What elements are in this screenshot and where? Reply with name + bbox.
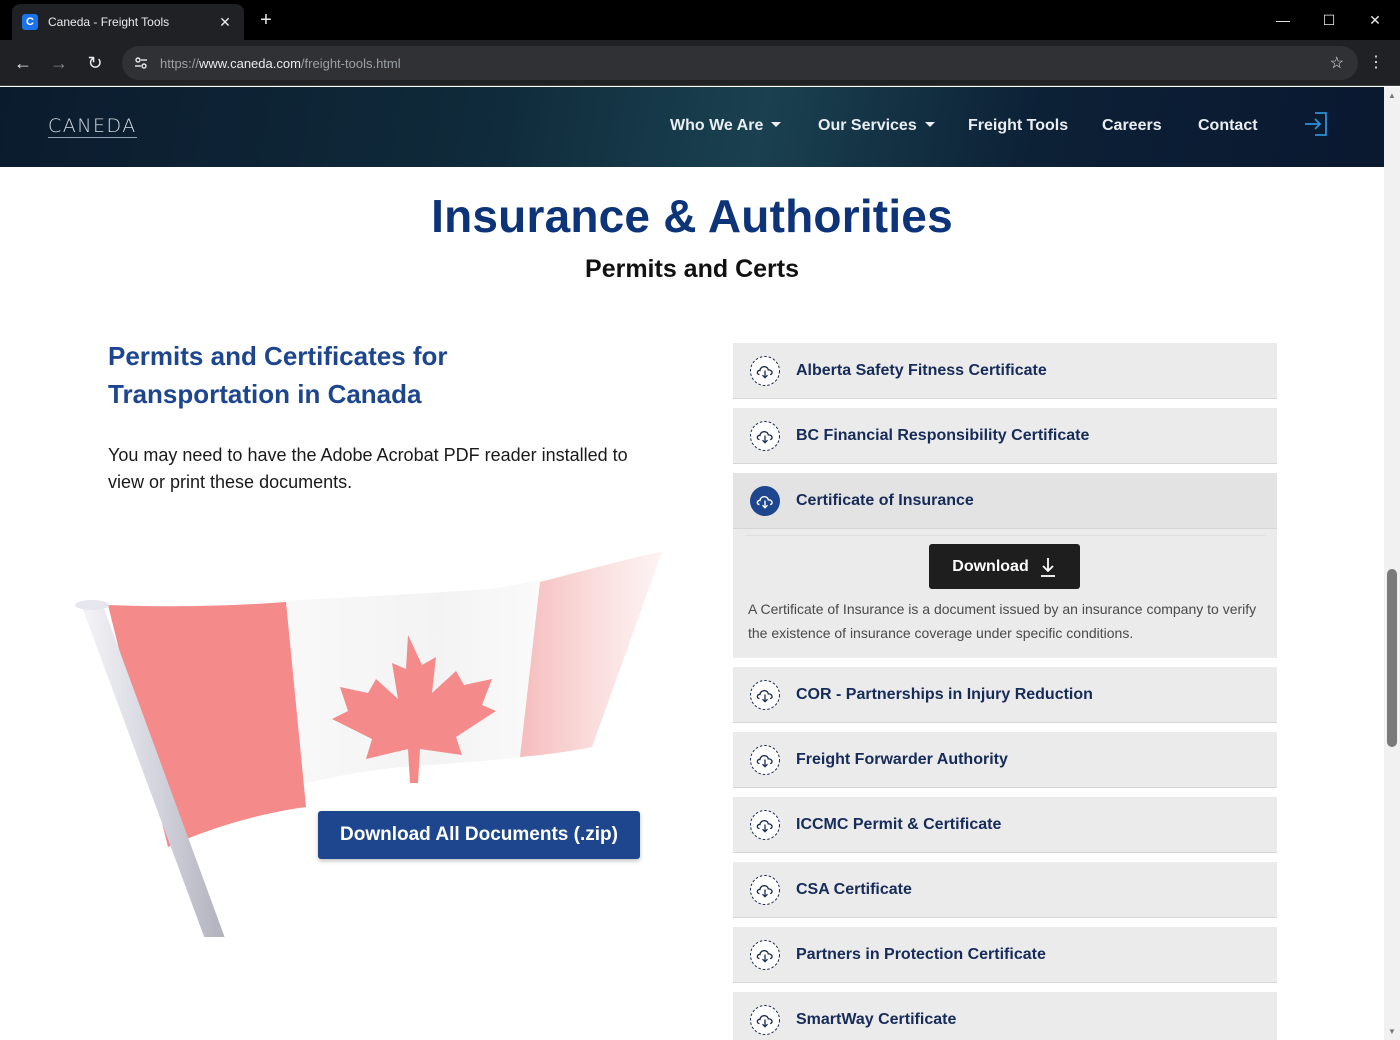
- chevron-down-icon: [924, 122, 935, 127]
- cloud-download-icon: [750, 875, 780, 905]
- accordion-panel-certificate-of-insurance: Download A Certificate of Insurance is a…: [733, 529, 1277, 658]
- new-tab-plus-icon[interactable]: +: [254, 8, 278, 32]
- accordion-item-iccmc[interactable]: ICCMC Permit & Certificate: [733, 797, 1277, 853]
- tab-title: Caneda - Freight Tools: [48, 15, 170, 29]
- browser-toolbar: ← → ↻ https://www.caneda.com/freight-too…: [0, 40, 1400, 86]
- canada-flag-illustration: [75, 552, 662, 937]
- address-bar[interactable]: https://www.caneda.com/freight-tools.htm…: [122, 46, 1358, 80]
- login-icon[interactable]: [1303, 111, 1329, 137]
- section-heading: Permits and Certificates for Transportat…: [108, 341, 448, 409]
- cloud-download-icon: [750, 745, 780, 775]
- page-viewport: CANEDA Who We Are Our Services Freight T…: [0, 87, 1384, 1040]
- site-favicon-icon: C: [22, 14, 38, 30]
- accordion-item-alberta-safety[interactable]: Alberta Safety Fitness Certificate: [733, 343, 1277, 399]
- bookmark-star-icon[interactable]: ☆: [1330, 53, 1344, 73]
- scroll-up-arrow-icon[interactable]: ▲: [1388, 91, 1396, 100]
- accordion-item-bc-financial[interactable]: BC Financial Responsibility Certificate: [733, 408, 1277, 464]
- caneda-logo[interactable]: CANEDA: [48, 115, 137, 138]
- accordion-item-label: Certificate of Insurance: [796, 491, 974, 509]
- accordion-item-label: BC Financial Responsibility Certificate: [796, 426, 1090, 444]
- nav-careers[interactable]: Careers: [1102, 117, 1162, 135]
- site-settings-icon[interactable]: [134, 55, 150, 71]
- accordion-item-cor[interactable]: COR - Partnerships in Injury Reduction: [733, 667, 1277, 723]
- browser-menu-icon[interactable]: ⋮: [1366, 52, 1386, 74]
- nav-freight-tools[interactable]: Freight Tools: [968, 117, 1068, 135]
- nav-who-we-are[interactable]: Who We Are: [670, 117, 782, 135]
- accordion-item-certificate-of-insurance[interactable]: Certificate of Insurance: [733, 473, 1277, 529]
- reload-icon[interactable]: ↻: [82, 50, 108, 76]
- accordion-item-label: ICCMC Permit & Certificate: [796, 815, 1002, 833]
- chevron-down-icon: [771, 122, 782, 127]
- accordion-item-smartway[interactable]: SmartWay Certificate: [733, 992, 1277, 1040]
- page-subtitle: Permits and Certs: [585, 255, 799, 283]
- browser-tab-strip: C Caneda - Freight Tools ✕ + — ☐ ✕: [0, 0, 1400, 40]
- cloud-download-icon: [750, 680, 780, 710]
- cloud-download-icon: [750, 421, 780, 451]
- scroll-down-arrow-icon[interactable]: ▼: [1388, 1027, 1396, 1036]
- accordion-item-label: COR - Partnerships in Injury Reduction: [796, 685, 1093, 703]
- tab-close-icon[interactable]: ✕: [216, 14, 234, 31]
- accordion-item-partners-in-protection[interactable]: Partners in Protection Certificate: [733, 927, 1277, 983]
- accordion-item-label: SmartWay Certificate: [796, 1010, 957, 1028]
- page-title: Insurance & Authorities: [431, 190, 953, 242]
- maximize-icon[interactable]: ☐: [1306, 6, 1352, 34]
- nav-contact[interactable]: Contact: [1198, 117, 1258, 135]
- certificate-description: A Certificate of Insurance is a document…: [748, 601, 1257, 641]
- cloud-download-icon: [750, 356, 780, 386]
- forward-arrow-icon[interactable]: →: [46, 50, 72, 76]
- cloud-download-icon: [750, 810, 780, 840]
- back-arrow-icon[interactable]: ←: [10, 50, 36, 76]
- accordion-item-label: Partners in Protection Certificate: [796, 945, 1046, 963]
- minimize-icon[interactable]: —: [1260, 6, 1306, 34]
- accordion-item-freight-forwarder[interactable]: Freight Forwarder Authority: [733, 732, 1277, 788]
- download-all-zip-button[interactable]: Download All Documents (.zip): [318, 811, 640, 859]
- cloud-download-icon: [750, 1005, 780, 1035]
- download-button[interactable]: Download: [929, 544, 1080, 589]
- download-button-label: Download: [952, 557, 1029, 575]
- download-arrow-icon: [1040, 557, 1055, 577]
- accordion-item-label: Alberta Safety Fitness Certificate: [796, 361, 1047, 379]
- site-header: CANEDA Who We Are Our Services Freight T…: [0, 87, 1384, 167]
- scrollbar-thumb[interactable]: [1387, 569, 1397, 747]
- cloud-download-icon: [750, 940, 780, 970]
- page-scrollbar[interactable]: ▲ ▼: [1384, 87, 1400, 1040]
- window-close-icon[interactable]: ✕: [1352, 6, 1398, 34]
- nav-our-services[interactable]: Our Services: [818, 117, 935, 135]
- panel-divider: [745, 535, 1265, 536]
- certificates-accordion: Alberta Safety Fitness Certificate BC Fi…: [733, 343, 1277, 1040]
- url-text: https://www.caneda.com/freight-tools.htm…: [160, 55, 401, 71]
- accordion-item-label: CSA Certificate: [796, 880, 912, 898]
- browser-tab[interactable]: C Caneda - Freight Tools ✕: [12, 4, 244, 40]
- accordion-item-label: Freight Forwarder Authority: [796, 750, 1008, 768]
- accordion-item-csa[interactable]: CSA Certificate: [733, 862, 1277, 918]
- cloud-download-icon: [750, 486, 780, 516]
